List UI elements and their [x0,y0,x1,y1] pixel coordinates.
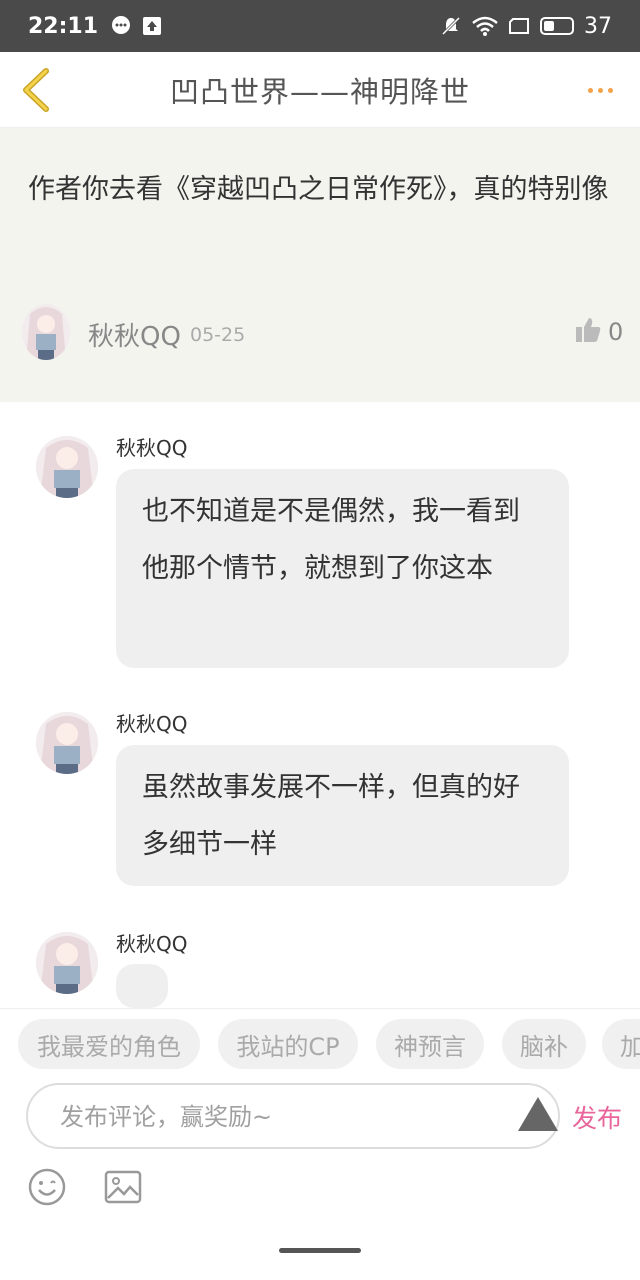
publish-button[interactable]: 发布 [572,1099,622,1135]
triangle-icon[interactable] [518,1097,558,1131]
chevron-left-icon [23,68,49,112]
mute-icon [440,15,462,37]
status-time: 22:11 [28,13,99,39]
battery-icon [540,17,574,35]
reply-author[interactable]: 秋秋QQ [116,708,187,737]
message-icon [110,15,132,37]
tag-chip[interactable]: 加 [602,1019,640,1069]
main-comment: 作者你去看《穿越凹凸之日常作死》，真的特别像 秋秋QQ 05-25 0 [0,128,640,402]
like-count: 0 [608,318,624,346]
more-dot-icon [597,87,603,93]
tag-chip[interactable]: 我最爱的角色 [18,1019,200,1069]
reply-author[interactable]: 秋秋QQ [116,432,187,461]
tag-chip[interactable]: 脑补 [502,1019,586,1069]
back-button[interactable] [16,66,56,114]
quick-tags-bar: 我最爱的角色 我站的CP 神预言 脑补 加 [0,1008,640,1078]
image-icon[interactable] [104,1170,142,1204]
battery-level: 37 [584,13,612,39]
reply-avatar[interactable] [36,436,98,498]
reply-author[interactable]: 秋秋QQ [116,928,187,957]
page-title: 凹凸世界——神明降世 [169,74,470,109]
emoji-icon[interactable] [28,1168,66,1206]
main-comment-author[interactable]: 秋秋QQ [88,316,181,353]
reply-bubble [116,964,168,1008]
screen-icon [508,17,530,35]
nav-bar: 凹凸世界——神明降世 [0,52,640,128]
reply-avatar[interactable] [36,932,98,994]
wifi-icon [472,16,498,36]
more-button[interactable] [582,74,618,106]
comment-input-box[interactable] [26,1083,560,1149]
main-comment-date: 05-25 [190,324,246,346]
comment-input[interactable] [60,1099,480,1135]
main-comment-avatar[interactable] [22,304,70,360]
reply-bubble: 虽然故事发展不一样，但真的好多细节一样 [116,745,569,886]
thumbs-up-icon[interactable] [574,316,602,344]
tag-chip[interactable]: 神预言 [376,1019,484,1069]
upload-icon [142,16,162,36]
status-bar: 22:11 37 [0,0,640,52]
more-dot-icon [587,87,593,93]
tag-chip[interactable]: 我站的CP [218,1019,358,1069]
home-indicator[interactable] [279,1248,361,1253]
main-comment-text: 作者你去看《穿越凹凸之日常作死》，真的特别像 [28,174,609,205]
more-dot-icon [607,87,613,93]
comment-input-row: 发布 [0,1083,640,1151]
reply-bubble: 也不知道是不是偶然，我一看到他那个情节，就想到了你这本 [116,469,569,668]
reply-avatar[interactable] [36,712,98,774]
